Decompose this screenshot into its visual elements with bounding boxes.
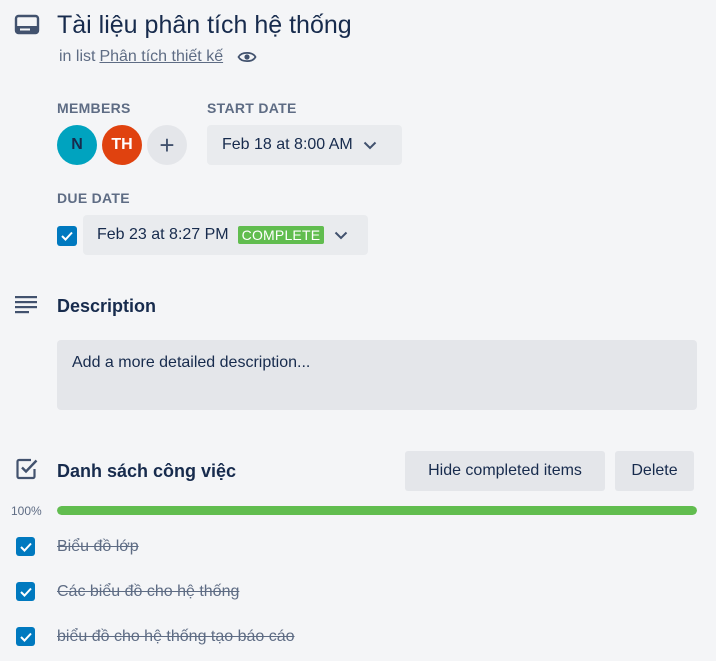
checklist-item[interactable]: biểu đồ cho hệ thống tạo báo cáo bbox=[16, 627, 295, 646]
due-date-checkbox[interactable] bbox=[57, 226, 77, 246]
start-date-value: Feb 18 at 8:00 AM bbox=[222, 136, 353, 153]
checklist-item-text[interactable]: biểu đồ cho hệ thống tạo báo cáo bbox=[57, 628, 295, 646]
list-info: in list Phân tích thiết kế bbox=[59, 48, 257, 66]
chevron-down-icon bbox=[335, 231, 348, 239]
start-date-button[interactable]: Feb 18 at 8:00 AM bbox=[207, 125, 402, 165]
checklist-item[interactable]: Các biểu đồ cho hệ thống bbox=[16, 582, 239, 601]
check-icon bbox=[19, 542, 32, 552]
card-title[interactable]: Tài liệu phân tích hệ thống bbox=[57, 8, 352, 42]
progress-percent: 100% bbox=[11, 504, 42, 518]
avatar[interactable]: TH bbox=[102, 125, 142, 165]
checkbox[interactable] bbox=[16, 582, 35, 601]
list-prefix: in list bbox=[59, 48, 96, 65]
check-icon bbox=[19, 587, 32, 597]
card-detail: Tài liệu phân tích hệ thống in list Phân… bbox=[0, 0, 716, 661]
check-icon bbox=[19, 632, 32, 642]
progress-bar bbox=[57, 506, 697, 515]
checkbox[interactable] bbox=[16, 627, 35, 646]
description-title: Description bbox=[57, 296, 157, 316]
checkbox[interactable] bbox=[57, 226, 77, 246]
members-label: MEMBERS bbox=[57, 100, 131, 116]
progress-fill bbox=[57, 506, 697, 515]
card-icon bbox=[14, 14, 40, 35]
description-input[interactable]: Add a more detailed description... bbox=[57, 340, 697, 410]
checklist-item-text[interactable]: Biểu đồ lớp bbox=[57, 538, 139, 556]
check-icon bbox=[61, 231, 73, 241]
checklist-title[interactable]: Danh sách công việc bbox=[57, 461, 236, 482]
start-date-label: START DATE bbox=[207, 100, 297, 116]
checklist-item[interactable]: Biểu đồ lớp bbox=[16, 537, 139, 556]
delete-checklist-button[interactable]: Delete bbox=[615, 451, 694, 491]
status-badge: COMPLETE bbox=[237, 226, 325, 244]
due-date-value: Feb 23 at 8:27 PM bbox=[97, 226, 229, 243]
checkbox[interactable] bbox=[16, 537, 35, 556]
eye-icon[interactable] bbox=[237, 50, 257, 64]
avatar[interactable]: N bbox=[57, 125, 97, 165]
chevron-down-icon bbox=[363, 141, 376, 149]
list-link[interactable]: Phân tích thiết kế bbox=[99, 48, 223, 66]
due-date-label: DUE DATE bbox=[57, 190, 130, 206]
checklist-icon bbox=[16, 458, 38, 480]
checklist-item-text[interactable]: Các biểu đồ cho hệ thống bbox=[57, 583, 239, 601]
members-list: N TH + bbox=[57, 125, 192, 165]
description-lines-icon bbox=[15, 296, 37, 314]
add-member-button[interactable]: + bbox=[147, 125, 187, 165]
due-date-button[interactable]: Feb 23 at 8:27 PM COMPLETE bbox=[83, 215, 368, 255]
hide-completed-button[interactable]: Hide completed items bbox=[405, 451, 605, 491]
